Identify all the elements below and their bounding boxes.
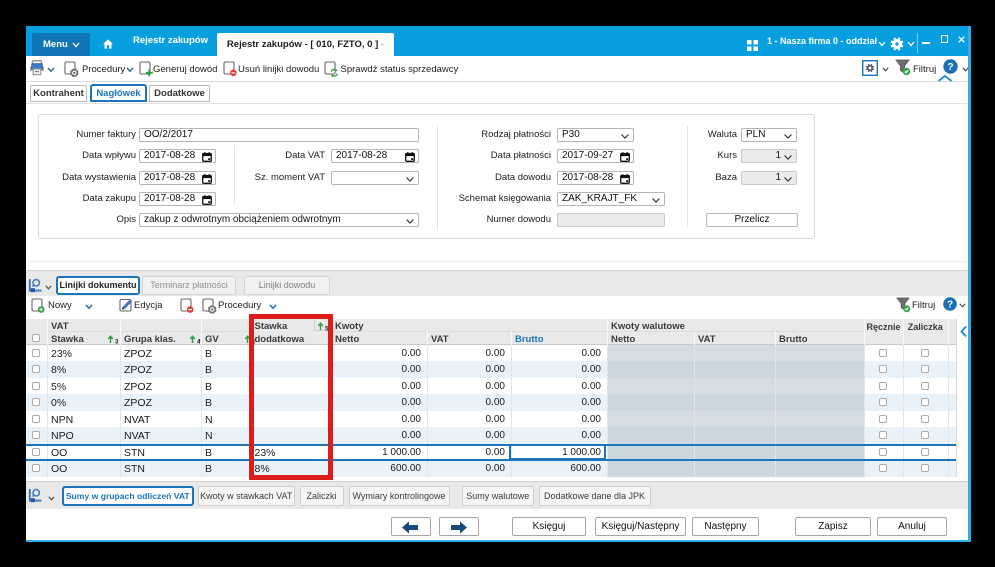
svg-text:4: 4: [197, 339, 200, 345]
svg-text:3: 3: [115, 339, 118, 345]
svg-text:?: ?: [947, 299, 953, 310]
svg-text:?: ?: [947, 61, 953, 73]
